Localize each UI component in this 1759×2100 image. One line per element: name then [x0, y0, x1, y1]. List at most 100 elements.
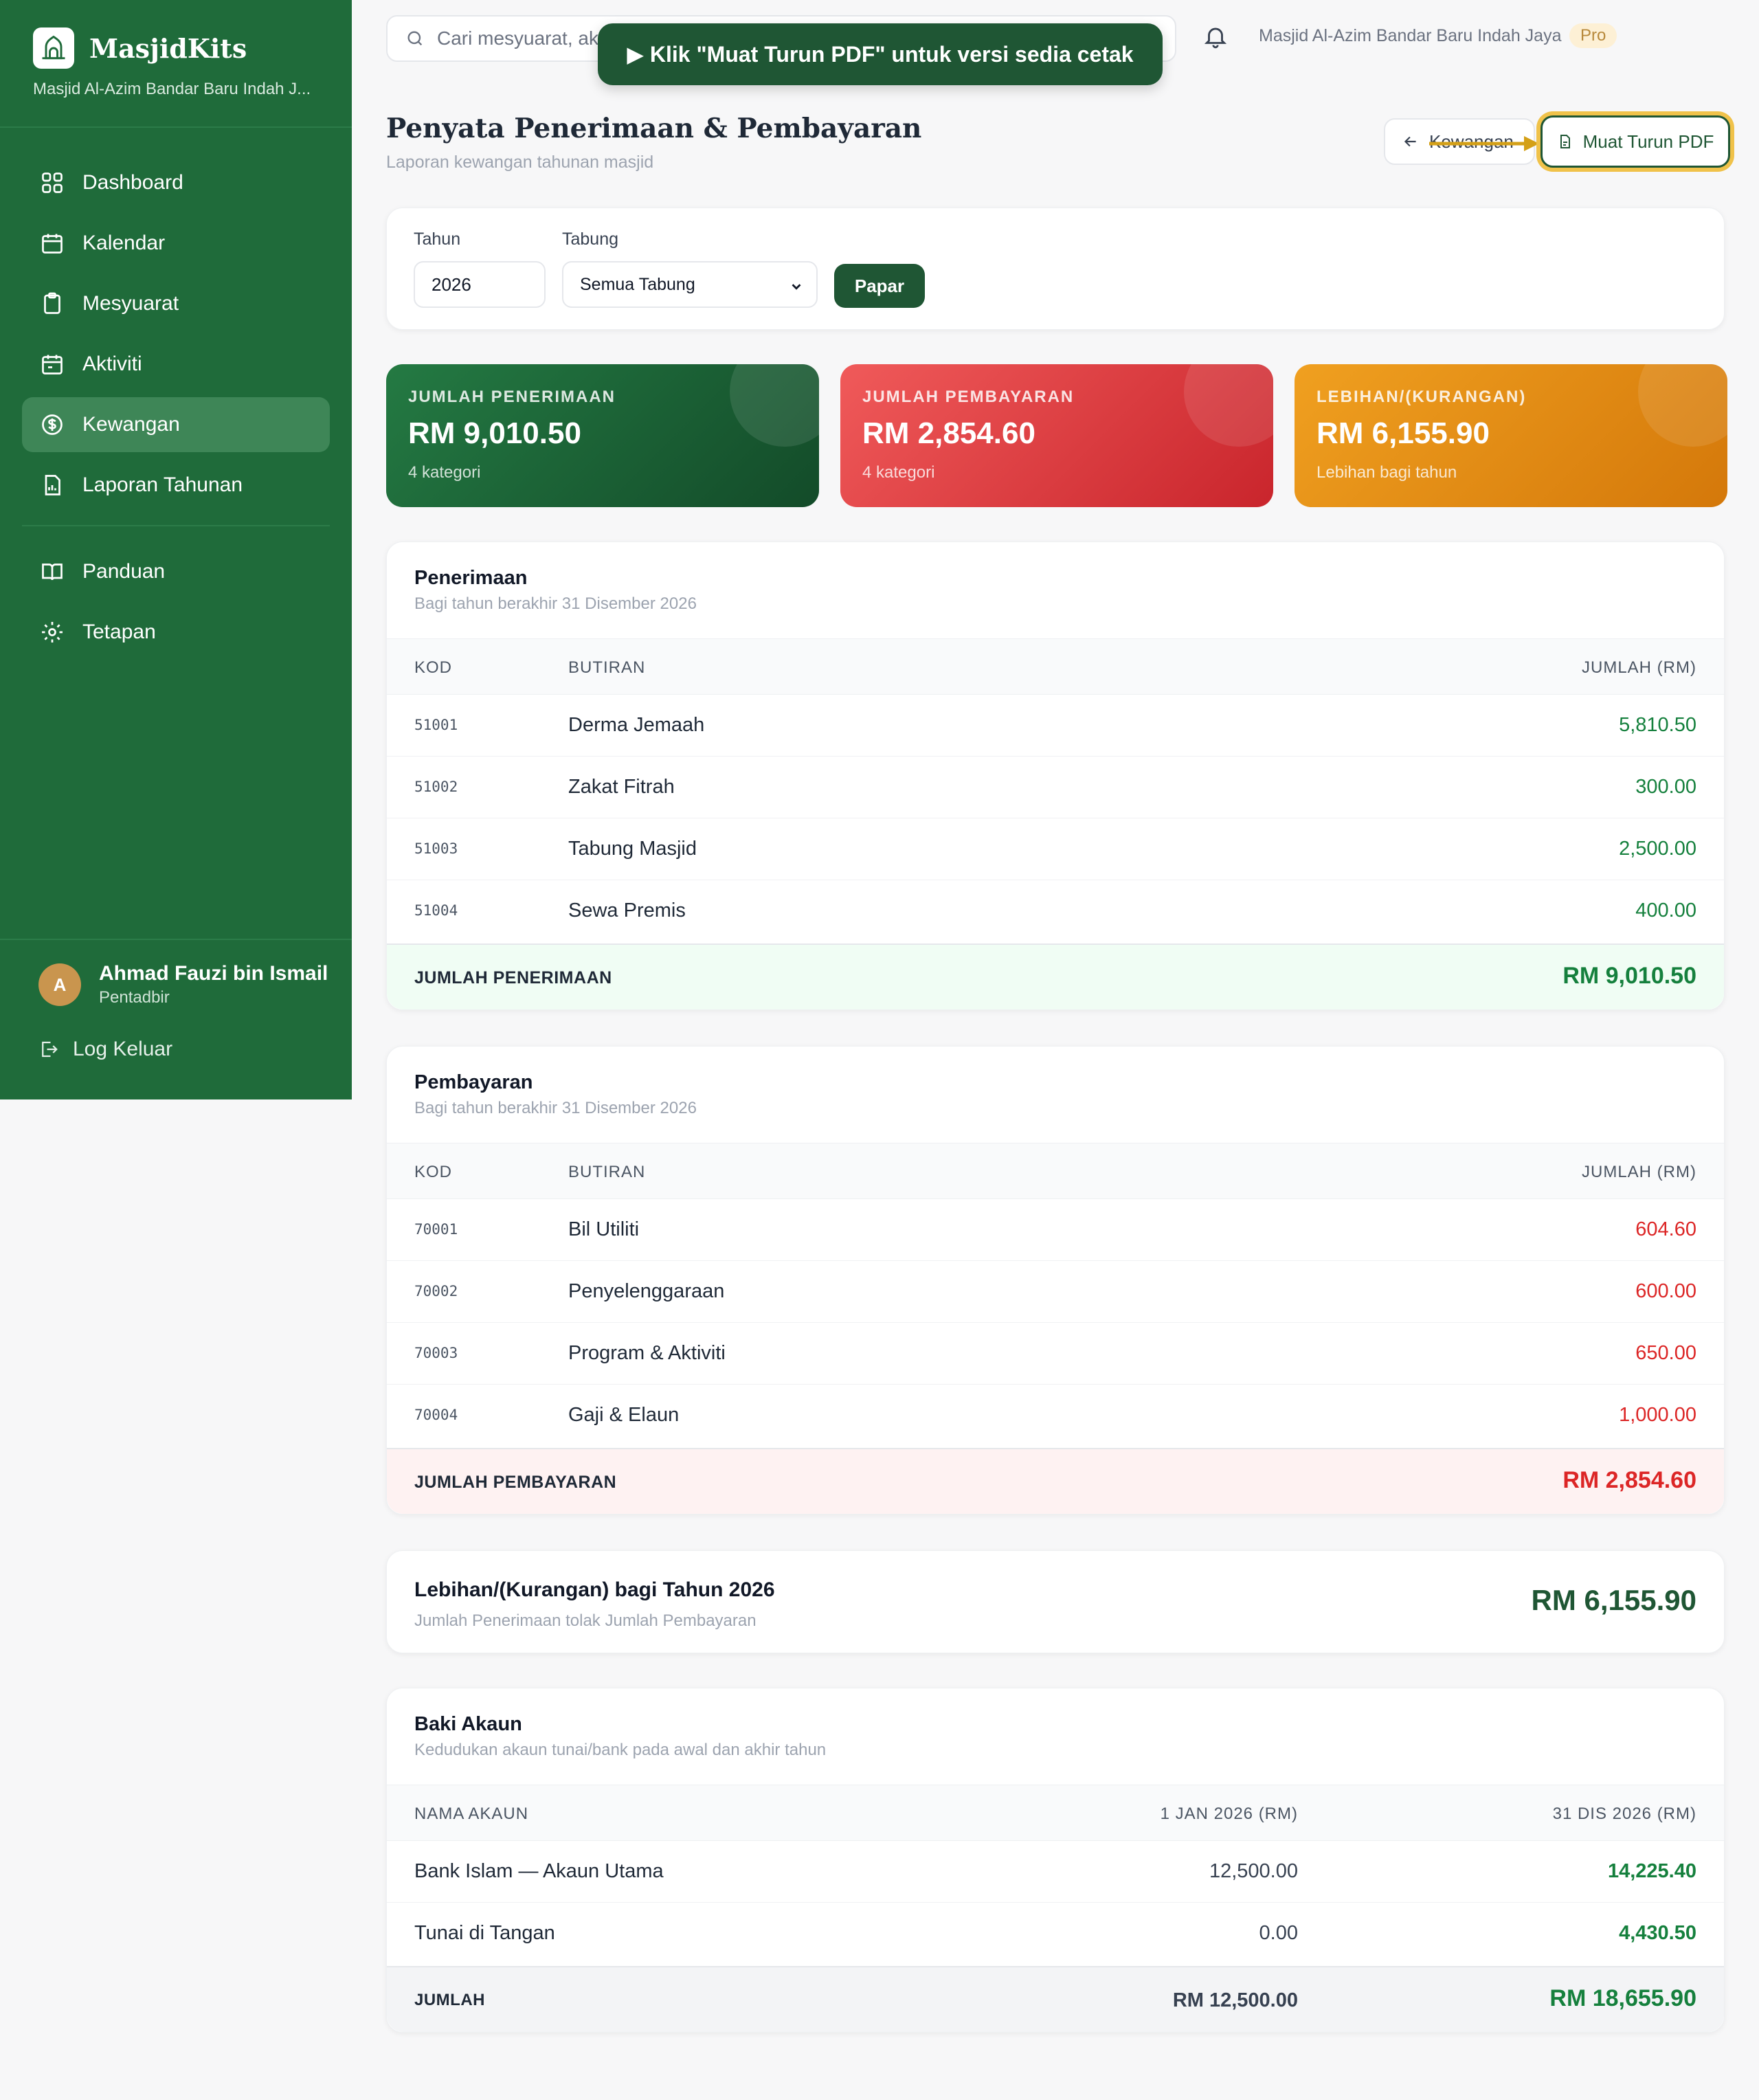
year-value: 2026: [432, 273, 471, 295]
show-button[interactable]: Papar: [834, 264, 925, 308]
decor-circle: [1184, 364, 1273, 447]
start-balance: 12,500.00: [1209, 1860, 1298, 1882]
start-balance: 0.00: [1259, 1922, 1298, 1944]
sidebar-divider: [0, 126, 352, 128]
sidebar-item-mesyuarat[interactable]: Mesyuarat: [22, 276, 330, 331]
account-name: Tunai di Tangan: [414, 1922, 555, 1944]
row-code: 51001: [414, 717, 458, 733]
stat-sub: 4 kategori: [408, 463, 481, 482]
sidebar-item-kewangan[interactable]: Kewangan: [22, 397, 330, 452]
end-balance: 4,430.50: [1619, 1922, 1696, 1944]
sidebar-item-label: Aktiviti: [82, 353, 142, 375]
sidebar-item-laporan-tahunan[interactable]: Laporan Tahunan: [22, 458, 330, 513]
brand[interactable]: MasjidKits Masjid Al-Azim Bandar Baru In…: [33, 27, 335, 99]
row-code: 51003: [414, 840, 458, 857]
page-subtitle: Laporan kewangan tahunan masjid: [386, 153, 654, 172]
sidebar-item-aktiviti[interactable]: Aktiviti: [22, 337, 330, 392]
section-title: Baki Akaun: [414, 1713, 522, 1735]
stat-label: LEBIHAN/(KURANGAN): [1317, 388, 1527, 406]
section-subtitle: Bagi tahun berakhir 31 Disember 2026: [414, 594, 697, 613]
row-code: 70002: [414, 1283, 458, 1299]
total-start: RM 12,500.00: [1172, 1989, 1298, 2011]
row-amount: 1,000.00: [1619, 1404, 1696, 1426]
search-placeholder: Cari mesyuarat, ak: [437, 27, 598, 49]
end-balance: 14,225.40: [1607, 1860, 1696, 1882]
fund-label: Tabung: [562, 230, 619, 249]
decor-circle: [730, 364, 819, 447]
user-profile[interactable]: A Ahmad Fauzi bin Ismail Pentadbir: [38, 962, 328, 1007]
row-code: 70004: [414, 1407, 458, 1423]
sidebar-item-panduan[interactable]: Panduan: [22, 544, 330, 599]
surplus-title: Lebihan/(Kurangan) bagi Tahun 2026: [414, 1578, 775, 1601]
sidebar-item-label: Panduan: [82, 560, 166, 583]
surplus-subtitle: Jumlah Penerimaan tolak Jumlah Pembayara…: [414, 1611, 757, 1630]
row-amount: 2,500.00: [1619, 838, 1696, 860]
row-desc: Bil Utiliti: [568, 1218, 640, 1240]
row-amount: 300.00: [1635, 776, 1696, 798]
sidebar-item-label: Kewangan: [82, 413, 180, 436]
bell-icon: [1204, 27, 1227, 49]
th-end: 31 DIS 2026 (RM): [1552, 1805, 1696, 1823]
table-row: 51002 Zakat Fitrah 300.00: [387, 757, 1724, 818]
user-role: Pentadbir: [99, 988, 170, 1007]
row-code: 51004: [414, 902, 458, 919]
table-row: 70003 Program & Aktiviti 650.00: [387, 1323, 1724, 1385]
stat-sub: 4 kategori: [862, 463, 935, 482]
stat-label: JUMLAH PENERIMAAN: [408, 388, 616, 406]
mosque-logo-icon: [33, 27, 74, 69]
row-code: 70001: [414, 1221, 458, 1238]
clipboard-icon: [44, 292, 60, 314]
notification-button[interactable]: [1202, 23, 1229, 53]
fund-select[interactable]: Semua Tabung: [562, 261, 818, 308]
stat-value: RM 9,010.50: [408, 416, 581, 450]
sidebar-item-tetapan[interactable]: Tetapan: [22, 605, 330, 660]
row-desc: Derma Jemaah: [568, 714, 705, 736]
row-desc: Gaji & Elaun: [568, 1404, 680, 1426]
th-start: 1 JAN 2026 (RM): [1160, 1805, 1298, 1823]
th-code: KOD: [414, 658, 453, 677]
table-row: Bank Islam — Akaun Utama 12,500.00 14,22…: [387, 1841, 1724, 1903]
sidebar-item-label: Mesyuarat: [82, 292, 179, 315]
dollar-circle-icon: [42, 414, 63, 435]
section-subtitle: Bagi tahun berakhir 31 Disember 2026: [414, 1099, 697, 1117]
section-title: Pembayaran: [414, 1071, 533, 1093]
sidebar-item-kalendar[interactable]: Kalendar: [22, 216, 330, 271]
row-amount: 600.00: [1635, 1280, 1696, 1302]
table-row: 70004 Gaji & Elaun 1,000.00: [387, 1385, 1724, 1446]
fund-value: Semua Tabung: [580, 274, 695, 294]
guide-tooltip: ▶ Klik "Muat Turun PDF" untuk versi sedi…: [598, 23, 1163, 85]
pdf-label: Muat Turun PDF: [1582, 131, 1714, 152]
logout-button[interactable]: Log Keluar: [38, 1038, 172, 1061]
row-code: 51002: [414, 779, 458, 795]
table-header: KOD BUTIRAN JUMLAH (RM): [387, 1143, 1724, 1199]
th-desc: BUTIRAN: [568, 1163, 646, 1181]
total-end: RM 18,655.90: [1549, 1985, 1696, 2011]
sidebar-item-label: Dashboard: [82, 171, 183, 194]
row-desc: Tabung Masjid: [568, 838, 697, 860]
row-amount: 650.00: [1635, 1342, 1696, 1364]
section-subtitle: Kedudukan akaun tunai/bank pada awal dan…: [414, 1741, 827, 1759]
calendar-icon: [42, 234, 63, 254]
row-desc: Penyelenggaraan: [568, 1280, 725, 1302]
download-pdf-button[interactable]: Muat Turun PDF: [1540, 115, 1730, 168]
grid-icon: [42, 172, 63, 193]
total-value: RM 9,010.50: [1562, 963, 1696, 989]
year-input[interactable]: 2026: [414, 261, 546, 308]
total-label: JUMLAH: [414, 1991, 485, 2009]
th-account: NAMA AKAUN: [414, 1805, 529, 1823]
table-header: KOD BUTIRAN JUMLAH (RM): [387, 638, 1724, 695]
row-amount: 5,810.50: [1619, 714, 1696, 736]
row-amount: 400.00: [1635, 900, 1696, 921]
user-name: Ahmad Fauzi bin Ismail: [99, 962, 328, 985]
sidebar-item-dashboard[interactable]: Dashboard: [22, 155, 330, 210]
table-header: NAMA AKAUN 1 JAN 2026 (RM) 31 DIS 2026 (…: [387, 1785, 1724, 1841]
table-row: 51001 Derma Jemaah 5,810.50: [387, 695, 1724, 757]
total-row: JUMLAH PENERIMAAN RM 9,010.50: [387, 943, 1724, 1009]
stat-card-payments: JUMLAH PEMBAYARAN RM 2,854.60 4 kategori: [840, 364, 1273, 507]
row-desc: Program & Aktiviti: [568, 1342, 726, 1364]
plan-badge: Pro: [1569, 23, 1617, 48]
year-label: Tahun: [414, 230, 461, 249]
table-row: 51004 Sewa Premis 400.00: [387, 880, 1724, 942]
logout-icon: [42, 1041, 58, 1058]
table-row: 70002 Penyelenggaraan 600.00: [387, 1261, 1724, 1323]
